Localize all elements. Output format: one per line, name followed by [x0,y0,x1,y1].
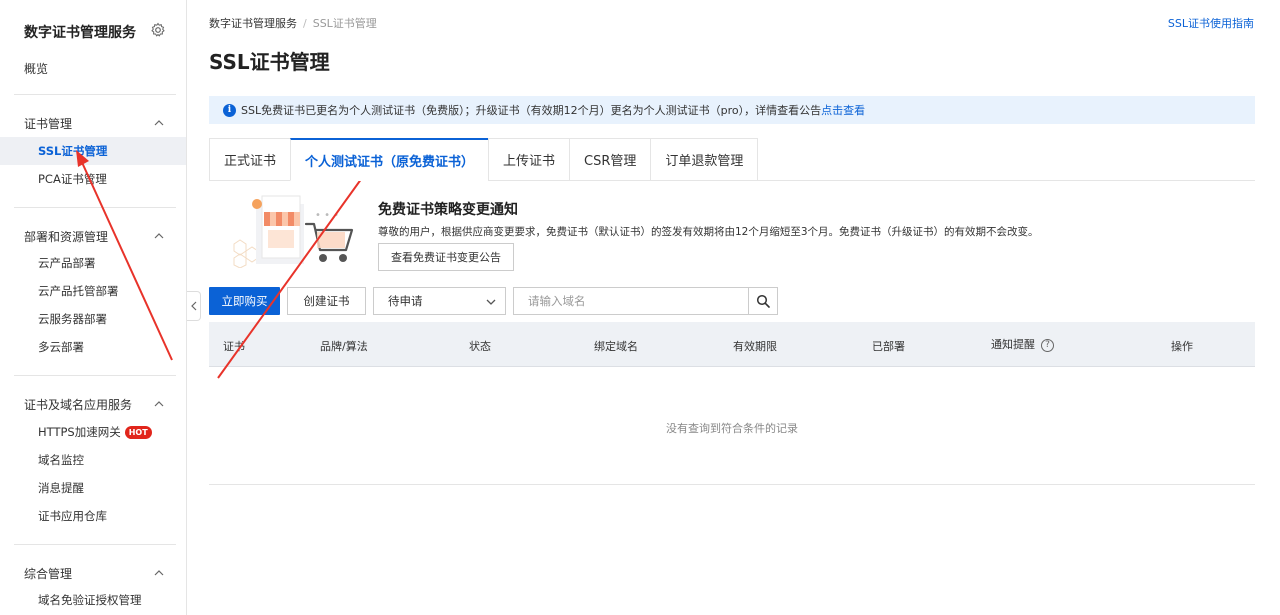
divider [14,94,176,95]
breadcrumb-root[interactable]: 数字证书管理服务 [209,17,297,30]
tab-upload-cert[interactable]: 上传证书 [488,138,570,181]
help-icon[interactable]: ? [1041,338,1054,352]
sidebar-group-app-services[interactable]: 证书及域名应用服务 [24,396,132,413]
tab-formal-cert[interactable]: 正式证书 [209,138,291,181]
info-icon: i [223,103,236,117]
tab-csr-mgmt[interactable]: CSR管理 [569,138,651,181]
column-header: 品牌/算法 [320,340,368,353]
table-empty-text: 没有查询到符合条件的记录 [666,422,798,435]
breadcrumb-separator: / [303,17,307,30]
gear-icon[interactable] [150,22,166,38]
tab-personal-test-cert[interactable]: 个人测试证书（原免费证书） [290,138,489,181]
column-header: 通知提醒 [991,338,1035,351]
sidebar-item-ssl-cert[interactable]: SSL证书管理 [0,137,186,165]
ssl-guide-link[interactable]: SSL证书使用指南 [1168,15,1254,31]
column-header: 证书 [223,340,245,353]
breadcrumb: 数字证书管理服务 / SSL证书管理 [209,15,377,31]
column-header: 状态 [469,340,491,353]
notice-text: SSL免费证书已更名为个人测试证书（免费版）；升级证书（有效期12个月）更名为个… [241,104,822,117]
create-cert-button[interactable]: 创建证书 [287,287,366,315]
sidebar-item-cert-repo[interactable]: 证书应用仓库 [0,502,186,530]
view-announcement-button[interactable]: 查看免费证书变更公告 [378,243,514,271]
search-button[interactable] [748,287,778,315]
app-root: 数字证书管理服务 概览 证书管理 SSL证书管理 PCA证书管理 部署和资源管理… [0,0,1280,615]
chevron-left-icon [190,301,196,311]
domain-search-input[interactable] [513,287,749,315]
tab-refund-mgmt[interactable]: 订单退款管理 [650,138,759,181]
promo-title: 免费证书策略变更通知 [378,202,518,218]
column-header: 操作 [1171,340,1193,353]
sidebar-group-deploy[interactable]: 部署和资源管理 [24,228,108,245]
page-title: SSL证书管理 [209,50,330,74]
sidebar-item-overview[interactable]: 概览 [24,60,48,77]
sidebar-item-cloud-deploy[interactable]: 云产品部署 [0,249,186,277]
status-select[interactable]: 待申请 [373,287,506,315]
search-icon [756,294,770,308]
shopping-cart-illustration: • • • [233,195,354,268]
sidebar-item-https-gateway[interactable]: HTTPS加速网关 HOT [0,418,186,446]
chevron-up-icon[interactable] [152,397,166,411]
sidebar-item-notifications[interactable]: 消息提醒 [0,474,186,502]
sidebar-item-label: HTTPS加速网关 [38,425,121,439]
sidebar-item-server-deploy[interactable]: 云服务器部署 [0,305,186,333]
notice-link[interactable]: 点击查看 [821,102,865,118]
hot-badge: HOT [124,426,152,439]
chevron-up-icon[interactable] [152,229,166,243]
promo-description: 尊敬的用户，根据供应商变更要求，免费证书（默认证书）的签发有效期将由12个月缩短… [378,226,1039,238]
chevron-up-icon[interactable] [152,116,166,130]
column-header: 绑定域名 [594,340,638,353]
svg-text:• • •: • • • [315,210,339,221]
sidebar-item-pca-cert[interactable]: PCA证书管理 [0,165,186,193]
sidebar-title: 数字证书管理服务 [24,25,136,41]
sidebar-group-cert-mgmt[interactable]: 证书管理 [24,115,72,132]
column-header: 已部署 [872,340,905,353]
table-bottom-border [209,484,1255,485]
sidebar-item-domain-monitor[interactable]: 域名监控 [0,446,186,474]
table-header: 证书 品牌/算法 状态 绑定域名 有效期限 已部署 通知提醒? 操作 [209,322,1255,367]
status-select-value: 待申请 [388,294,423,308]
chevron-up-icon[interactable] [152,566,166,580]
sidebar: 数字证书管理服务 概览 证书管理 SSL证书管理 PCA证书管理 部署和资源管理… [0,0,187,615]
sidebar-item-hosted-deploy[interactable]: 云产品托管部署 [0,277,186,305]
divider [14,544,176,545]
buy-now-button[interactable]: 立即购买 [209,287,280,315]
column-header: 有效期限 [733,340,777,353]
notice-banner: i SSL免费证书已更名为个人测试证书（免费版）；升级证书（有效期12个月）更名… [209,96,1255,124]
sidebar-item-domain-auth[interactable]: 域名免验证授权管理 [0,586,186,614]
sidebar-collapse-button[interactable] [187,291,201,321]
sidebar-item-multicloud-deploy[interactable]: 多云部署 [0,333,186,361]
sidebar-group-general[interactable]: 综合管理 [24,565,72,582]
breadcrumb-current: SSL证书管理 [312,17,377,30]
chevron-down-icon [486,299,496,305]
column-header-notify: 通知提醒? [991,336,1054,352]
divider [14,375,176,376]
tab-bar: 正式证书 个人测试证书（原免费证书） 上传证书 CSR管理 订单退款管理 [209,138,759,181]
divider [14,207,176,208]
